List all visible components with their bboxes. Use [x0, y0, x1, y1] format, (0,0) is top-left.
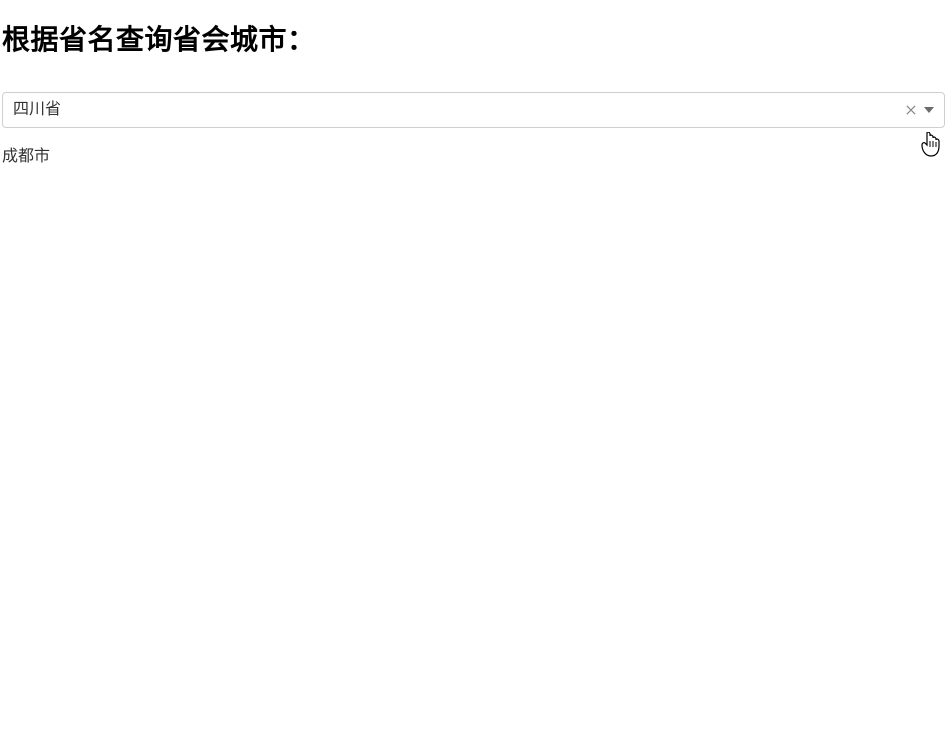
- page-heading: 根据省名查询省会城市：: [0, 0, 947, 78]
- province-select-value: 四川省: [13, 93, 902, 127]
- province-select[interactable]: 四川省: [2, 92, 945, 128]
- chevron-down-icon[interactable]: [922, 103, 936, 117]
- result-text: 成都市: [0, 128, 947, 166]
- clear-icon[interactable]: [902, 101, 920, 119]
